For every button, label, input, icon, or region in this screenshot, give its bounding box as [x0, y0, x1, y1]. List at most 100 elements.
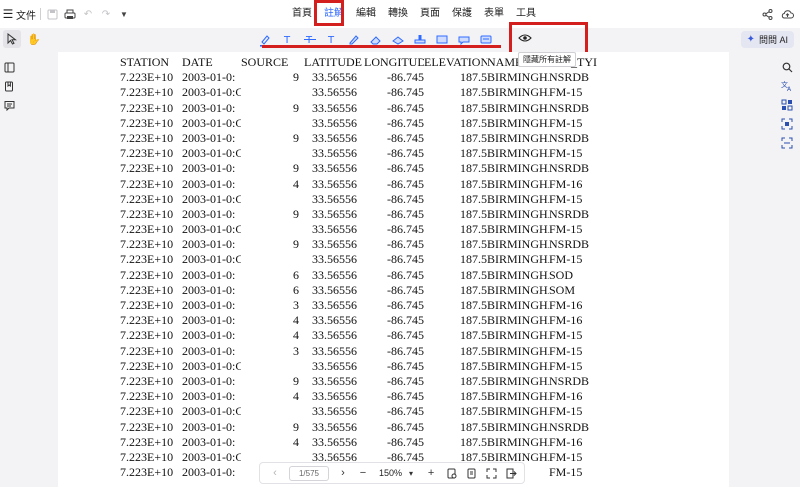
table-cell: 187.5: [460, 389, 487, 404]
ask-ai-button[interactable]: ✦ 問問 AI: [740, 31, 794, 48]
table-cell: -86.745: [387, 130, 424, 145]
zoom-in-icon[interactable]: +: [424, 466, 438, 480]
save-icon[interactable]: [45, 7, 59, 21]
table-cell: FM-15: [549, 328, 583, 343]
table-cell: 2003-01-0:C: [182, 449, 241, 464]
next-page-icon[interactable]: ›: [336, 466, 350, 480]
hide-annotations-button[interactable]: [516, 30, 534, 46]
table-cell: NSRDB: [549, 373, 590, 388]
zoom-level[interactable]: 150%: [379, 468, 402, 478]
menu-form[interactable]: 表單: [478, 6, 510, 22]
thumbnails-icon[interactable]: [2, 60, 16, 74]
table-cell: BIRMINGHAM: [487, 373, 549, 388]
table-cell: -86.745: [387, 267, 424, 282]
table-cell: 7.223E+10: [120, 313, 174, 328]
table-cell: -86.745: [387, 358, 424, 373]
undo-icon[interactable]: ↶: [81, 7, 95, 21]
menu-convert[interactable]: 轉換: [382, 6, 414, 22]
table-cell: 7.223E+10: [120, 434, 174, 449]
hand-tool-icon[interactable]: ✋: [25, 30, 43, 48]
menu-edit[interactable]: 編輯: [350, 6, 382, 22]
table-cell: 7.223E+10: [120, 419, 174, 434]
redo-icon[interactable]: ↷: [99, 7, 113, 21]
table-cell: 2003-01-0:: [182, 313, 236, 328]
table-cell: 7.223E+10: [120, 465, 174, 480]
table-cell: 187.5: [460, 176, 487, 191]
exit-icon[interactable]: [504, 466, 518, 480]
table-cell: 33.56556: [312, 176, 357, 191]
table-cell: 187.5: [460, 130, 487, 145]
fullscreen-icon[interactable]: [484, 466, 498, 480]
table-cell: 4: [293, 328, 299, 343]
cursor-tools: ✋: [3, 30, 47, 48]
translate-icon[interactable]: 文A: [780, 79, 794, 93]
table-cell: BIRMINGHAM: [487, 237, 549, 252]
table-cell: 33.56556: [312, 115, 357, 130]
table-cell: 33.56556: [312, 237, 357, 252]
table-cell: 187.5: [460, 191, 487, 206]
bookmark-icon[interactable]: [2, 79, 16, 93]
fit-page-icon[interactable]: [444, 466, 458, 480]
table-cell: BIRMINGHAM: [487, 130, 549, 145]
table-cell: -86.745: [387, 176, 424, 191]
menu-page[interactable]: 頁面: [414, 6, 446, 22]
menu-tools[interactable]: 工具: [510, 6, 542, 22]
table-cell: NSRDB: [549, 161, 590, 176]
previous-page-icon[interactable]: ‹: [268, 466, 282, 480]
search-icon[interactable]: [780, 60, 794, 74]
page-number-input[interactable]: 1/575: [289, 465, 329, 481]
table-cell: 187.5: [460, 161, 487, 176]
table-cell: 33.56556: [312, 70, 357, 85]
table-cell: 187.5: [460, 298, 487, 312]
table-cell: 33.56556: [312, 434, 357, 449]
menu-protect[interactable]: 保護: [446, 6, 478, 22]
zoom-out-icon[interactable]: −: [356, 466, 370, 480]
left-sidebar: [0, 55, 18, 487]
table-cell: 2003-01-0:: [182, 267, 236, 282]
table-cell: NSRDB: [549, 100, 590, 115]
zoom-dropdown-icon[interactable]: ▾: [404, 466, 418, 480]
table-cell: 9: [293, 419, 299, 434]
table-cell: SOM: [549, 282, 576, 297]
quick-access-bar: ☰ 文件 ↶ ↷ ▼: [0, 0, 135, 28]
table-cell: 4: [293, 434, 299, 449]
table-cell: FM-15: [549, 85, 583, 100]
table-cell: NSRDB: [549, 70, 590, 85]
cloud-upload-icon[interactable]: [780, 7, 794, 21]
document-page[interactable]: STATION DATE SOURCE LATITUDE LONGITUDE E…: [58, 52, 729, 487]
table-cell: 9: [293, 70, 299, 85]
svg-text:T: T: [327, 35, 335, 46]
table-cell: 9: [293, 237, 299, 252]
table-cell: 187.5: [460, 146, 487, 161]
table-cell: BIRMINGHAM: [487, 115, 549, 130]
table-cell: 187.5: [460, 328, 487, 343]
print-icon[interactable]: [63, 7, 77, 21]
table-cell: 33.56556: [312, 191, 357, 206]
table-cell: 2003-01-0:: [182, 70, 236, 85]
table-cell: BIRMINGHAM: [487, 298, 549, 312]
table-cell: 187.5: [460, 252, 487, 267]
table-cell: BIRMINGHAM: [487, 206, 549, 221]
file-menu-button[interactable]: ☰ 文件: [0, 7, 36, 22]
table-cell: BIRMINGHAM: [487, 313, 549, 328]
file-menu-label: 文件: [16, 10, 36, 22]
table-cell: FM-16: [549, 434, 583, 449]
page-layout-icon[interactable]: [464, 466, 478, 480]
table-cell: 33.56556: [312, 267, 357, 282]
table-cell: 2003-01-0:: [182, 282, 236, 297]
eye-icon: [518, 34, 532, 42]
table-cell: 7.223E+10: [120, 298, 174, 312]
table-cell: FM-15: [549, 252, 583, 267]
share-icon[interactable]: [760, 7, 774, 21]
comment-icon[interactable]: [2, 98, 16, 112]
ocr-scan-icon[interactable]: [780, 117, 794, 131]
chevron-down-icon[interactable]: ▼: [117, 7, 131, 21]
table-cell: BIRMINGHAM: [487, 191, 549, 206]
table-cell: 2003-01-0:: [182, 298, 236, 312]
screenshot-icon[interactable]: [780, 136, 794, 150]
table-cell: 6: [293, 282, 299, 297]
table-cell: 9: [293, 100, 299, 115]
table-cell: FM-16: [549, 298, 583, 312]
compare-icon[interactable]: [780, 98, 794, 112]
select-cursor-icon[interactable]: [3, 30, 21, 48]
